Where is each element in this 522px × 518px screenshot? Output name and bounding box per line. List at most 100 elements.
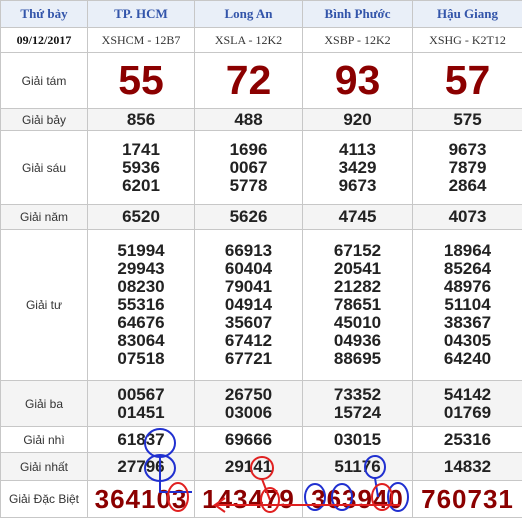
- prize-cell: 1741 5936 6201: [87, 130, 195, 205]
- prize-value: 04914: [224, 295, 273, 314]
- prize-row-special: Giải Đặc Biệt 364103 143479 363940 76073…: [0, 480, 522, 518]
- prize-value: 55: [87, 52, 195, 109]
- prize-label: Giải tám: [0, 52, 88, 109]
- prize-value: 73352: [333, 384, 382, 404]
- prize-value: 60404: [224, 259, 273, 278]
- prize-value: 575: [412, 108, 522, 131]
- prize-value: 18964: [443, 241, 492, 260]
- prize-value: 67152: [333, 241, 382, 260]
- prize-value: 15724: [333, 402, 382, 422]
- code-binh-phuoc: XSBP - 12K2: [302, 27, 413, 53]
- province-binh-phuoc[interactable]: Bình Phước: [302, 0, 413, 28]
- header-row: Thứ bảy TP. HCM Long An Bình Phước Hậu G…: [0, 0, 522, 28]
- prize-cell: 4113 3429 9673: [302, 130, 413, 205]
- prize-value: 20541: [333, 259, 382, 278]
- prize-value: 72: [194, 52, 303, 109]
- prize-row-1: Giải nhất 27796 29141 51176 14832: [0, 452, 522, 481]
- prize-value: 48976: [443, 277, 492, 296]
- prize-value: 04305: [443, 331, 492, 350]
- prize-label: Giải ba: [0, 380, 88, 427]
- prize-value: 1741: [122, 139, 160, 159]
- prize-label: Giải tư: [0, 229, 88, 381]
- prize-label: Giải sáu: [0, 130, 88, 205]
- prize-value: 856: [87, 108, 195, 131]
- special-prize-value: 364103: [87, 480, 195, 518]
- prize-value: 85264: [443, 259, 492, 278]
- code-long-an: XSLA - 12K2: [194, 27, 303, 53]
- prize-value: 07518: [117, 349, 165, 368]
- prize-value: 2864: [448, 175, 487, 195]
- prize-value: 7879: [448, 157, 487, 177]
- prize-value: 14832: [412, 452, 522, 481]
- prize-value: 08230: [117, 277, 165, 296]
- prize-value: 6520: [87, 204, 195, 230]
- prize-cell: 00567 01451: [87, 380, 195, 427]
- prize-row-5: Giải năm 6520 5626 4745 4073: [0, 204, 522, 230]
- prize-value: 4745: [302, 204, 413, 230]
- prize-cell: 67152 20541 21282 78651 45010 04936 88695: [302, 229, 413, 381]
- prize-row-2: Giải nhì 61837 69666 03015 25316: [0, 426, 522, 453]
- special-prize-value: 363940: [302, 480, 413, 518]
- code-tp-hcm: XSHCM - 12B7: [87, 27, 195, 53]
- province-hau-giang[interactable]: Hậu Giang: [412, 0, 522, 28]
- prize-row-4: Giải tư 51994 29943 08230 55316 64676 83064 07…: [0, 229, 522, 381]
- prize-label: Giải năm: [0, 204, 88, 230]
- prize-value: 45010: [333, 313, 382, 332]
- prize-row-7: Giải bảy 856 488 920 575: [0, 108, 522, 131]
- prize-cell: 18964 85264 48976 51104 38367 04305 64240: [412, 229, 522, 381]
- prize-value: 35607: [224, 313, 273, 332]
- prize-value: 4113: [339, 139, 376, 159]
- prize-cell: 9673 7879 2864: [412, 130, 522, 205]
- code-row: 09/12/2017 XSHCM - 12B7 XSLA - 12K2 XSBP…: [0, 27, 522, 53]
- prize-value: 38367: [443, 313, 492, 332]
- lottery-results-table: Thứ bảy TP. HCM Long An Bình Phước Hậu G…: [0, 0, 522, 518]
- prize-cell: 66913 60404 79041 04914 35607 67412 67721: [194, 229, 303, 381]
- prize-value: 9673: [338, 175, 377, 195]
- prize-value: 488: [194, 108, 303, 131]
- prize-value: 66913: [224, 241, 273, 260]
- prize-value: 9673: [448, 139, 487, 159]
- prize-value: 78651: [333, 295, 382, 314]
- prize-value: 4073: [412, 204, 522, 230]
- prize-value: 5778: [229, 175, 268, 195]
- prize-label: Giải bảy: [0, 108, 88, 131]
- prize-value: 67721: [224, 349, 273, 368]
- prize-value: 51176: [302, 452, 413, 481]
- prize-cell: 26750 03006: [194, 380, 303, 427]
- prize-value: 61837: [87, 426, 195, 453]
- special-prize-value: 760731: [412, 480, 522, 518]
- province-long-an[interactable]: Long An: [194, 0, 303, 28]
- prize-value: 29943: [117, 259, 165, 278]
- prize-row-8: Giải tám 55 72 93 57: [0, 52, 522, 109]
- prize-row-3: Giải ba 00567 01451 26750 03006 73352 15724…: [0, 380, 522, 427]
- prize-value: 03006: [224, 402, 273, 422]
- code-hau-giang: XSHG - K2T12: [412, 27, 522, 53]
- prize-value: 03015: [302, 426, 413, 453]
- prize-value: 5626: [194, 204, 303, 230]
- prize-value: 55316: [117, 295, 165, 314]
- prize-value: 79041: [224, 277, 273, 296]
- prize-value: 51994: [117, 241, 165, 260]
- prize-value: 67412: [224, 331, 273, 350]
- day-label: Thứ bảy: [0, 0, 88, 28]
- prize-value: 6201: [122, 175, 160, 195]
- prize-value: 04936: [333, 331, 382, 350]
- prize-value: 5936: [122, 157, 160, 177]
- prize-value: 54142: [443, 384, 492, 404]
- prize-value: 00567: [117, 384, 165, 404]
- draw-date: 09/12/2017: [0, 27, 88, 53]
- prize-cell: 51994 29943 08230 55316 64676 83064 07518: [87, 229, 195, 381]
- prize-value: 57: [412, 52, 522, 109]
- prize-label: Giải nhất: [0, 452, 88, 481]
- prize-value: 26750: [224, 384, 273, 404]
- province-tp-hcm[interactable]: TP. HCM: [87, 0, 195, 28]
- prize-value: 920: [302, 108, 413, 131]
- prize-value: 93: [302, 52, 413, 109]
- prize-value: 27796: [87, 452, 195, 481]
- prize-value: 64676: [117, 313, 165, 332]
- prize-value: 25316: [412, 426, 522, 453]
- prize-value: 01451: [117, 402, 165, 422]
- prize-cell: 73352 15724: [302, 380, 413, 427]
- prize-value: 83064: [117, 331, 165, 350]
- prize-cell: 54142 01769: [412, 380, 522, 427]
